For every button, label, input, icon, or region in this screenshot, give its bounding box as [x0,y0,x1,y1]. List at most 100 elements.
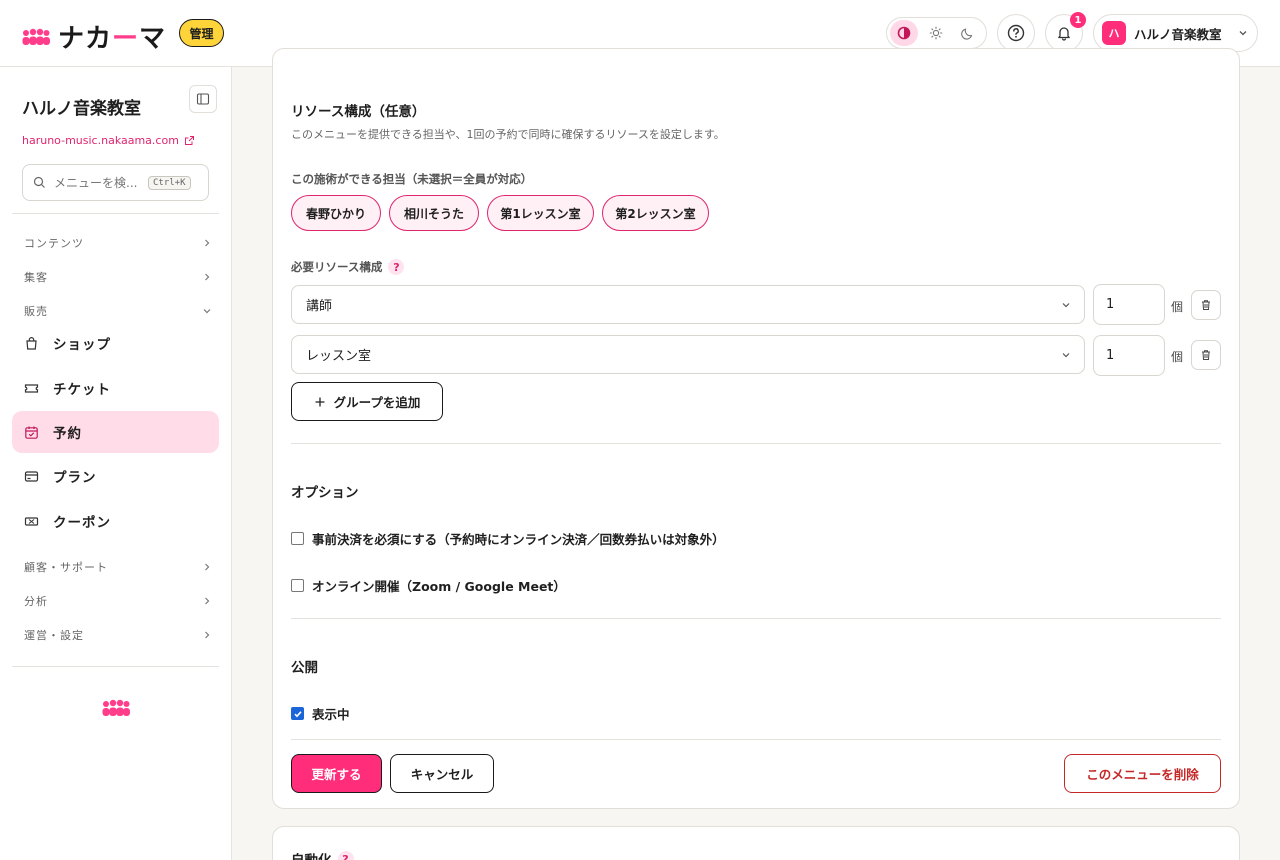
sidebar-item-label: ショップ [53,337,111,353]
sidebar-item-reservation[interactable]: 予約 [12,411,219,453]
account-menu[interactable]: ハ ハルノ音楽教室 [1093,14,1258,52]
admin-badge: 管理 [179,19,224,47]
logo-accent-mark: ー [112,24,140,54]
staff-chip[interactable]: 相川そうた [389,195,479,231]
room-chip[interactable]: 第1レッスン室 [487,195,594,231]
sidebar-section-sales[interactable]: 販売 [24,303,212,319]
quantity-unit: 個 [1171,350,1184,364]
sidebar-item-label: チケット [53,382,111,398]
resource-select[interactable]: レッスン室 [291,335,1085,374]
coupon-icon [24,516,39,526]
resources-description: このメニューを提供できる担当や、1回の予約で同時に確保するリソースを設定します。 [291,128,725,141]
automation-card [272,826,1240,860]
cancel-button[interactable]: キャンセル [390,754,494,793]
sidebar-item-plan[interactable]: プラン [12,455,219,497]
help-icon[interactable]: ? [388,259,405,275]
checkmark-icon [293,710,302,717]
logo-text: ナカーマ [58,24,167,54]
add-group-button[interactable]: グループを追加 [291,382,443,421]
visible-option[interactable]: 表示中 [291,704,350,723]
sidebar-collapse-button[interactable] [189,85,217,113]
section-divider [291,618,1221,619]
chevron-right-icon [205,597,210,605]
quantity-input[interactable]: 1 [1093,335,1165,376]
help-icon[interactable]: ? [337,851,354,860]
room-chip[interactable]: 第2レッスン室 [602,195,709,231]
search-shortcut-hint: Ctrl+K [148,175,191,190]
prepay-option[interactable]: 事前決済を必須にする（予約時にオンライン決済／回数券払いは対象外） [291,529,725,548]
notifications-button[interactable]: 1 [1045,12,1086,52]
sidebar-item-shop[interactable]: ショップ [12,322,219,364]
plus-icon [315,397,325,406]
sidebar-section-settings[interactable]: 運営・設定 [24,627,212,643]
sidebar-title: ハルノ音楽教室 [22,99,141,119]
quantity-unit: 個 [1171,300,1184,314]
online-checkbox[interactable] [291,579,304,592]
online-option[interactable]: オンライン開催（Zoom / Google Meet） [291,576,566,595]
help-button[interactable] [997,14,1035,52]
trash-icon [1202,300,1210,310]
calendar-check-icon [25,426,38,439]
visible-checkbox[interactable] [291,707,304,720]
sidebar-section-analytics[interactable]: 分析 [24,593,212,609]
quantity-input[interactable]: 1 [1093,284,1165,325]
delete-menu-button[interactable]: このメニューを削除 [1064,754,1221,793]
chevron-down-icon [1062,302,1070,307]
contrast-icon [897,26,911,40]
theme-dark-button[interactable] [954,20,982,46]
section-label: 集客 [24,271,48,284]
delete-row-button[interactable] [1191,290,1221,320]
site-url-link[interactable]: haruno-music.nakaama.com [22,134,195,147]
prepay-label: 事前決済を必須にする（予約時にオンライン決済／回数券払いは対象外） [312,532,725,547]
chevron-right-icon [205,631,210,639]
sidebar-section-customers[interactable]: 顧客・サポート [24,559,212,575]
question-circle-icon [1007,24,1025,42]
site-url-text: haruno-music.nakaama.com [22,134,179,147]
people-logo-icon [102,699,130,716]
staff-chip[interactable]: 春野ひかり [291,195,381,231]
options-title: オプション [291,485,359,501]
credit-card-icon [24,470,39,482]
sidebar-item-ticket[interactable]: チケット [12,367,219,409]
resource-select-value: 講師 [306,299,333,314]
update-button[interactable]: 更新する [291,754,382,793]
chevron-down-icon [1239,31,1247,36]
account-avatar: ハ [1102,21,1126,45]
bell-icon [1058,27,1070,41]
section-divider [291,739,1221,740]
publish-title: 公開 [291,660,318,676]
required-resources-label: 必要リソース構成 ? [291,259,405,275]
chevron-down-icon [1062,352,1070,357]
resource-select[interactable]: 講師 [291,285,1085,324]
sidebar-item-label: 予約 [53,426,82,442]
chevron-right-icon [205,239,210,247]
resources-title: リソース構成（任意） [291,104,426,120]
app-logo[interactable]: ナカーマ [22,18,166,55]
theme-auto-button[interactable] [890,20,918,46]
sun-icon [929,26,943,40]
section-label: コンテンツ [24,237,84,250]
sidebar-divider [12,213,219,214]
section-label: 販売 [24,305,48,318]
section-label: 分析 [24,595,48,608]
sidebar-divider [12,666,219,667]
add-group-label: グループを追加 [333,395,421,410]
section-label: 運営・設定 [24,629,84,642]
theme-light-button[interactable] [922,20,950,46]
online-label: オンライン開催（Zoom / Google Meet） [312,579,566,594]
chevron-right-icon [205,563,210,571]
account-name: ハルノ音楽教室 [1134,26,1222,42]
sidebar-item-coupon[interactable]: クーポン [12,500,219,542]
sidebar-section-marketing[interactable]: 集客 [24,269,212,285]
menu-edit-card [272,48,1240,809]
sidebar-section-contents[interactable]: コンテンツ [24,235,212,251]
chevron-down-icon [203,309,211,314]
sidebar-toggle-icon [196,93,210,105]
visible-label: 表示中 [312,707,350,722]
sidebar-search-input[interactable] [54,175,140,190]
resource-select-value: レッスン室 [306,349,372,364]
prepay-checkbox[interactable] [291,532,304,545]
automation-title: 自動化 [291,849,332,860]
chevron-right-icon [205,273,210,281]
delete-row-button[interactable] [1191,340,1221,370]
